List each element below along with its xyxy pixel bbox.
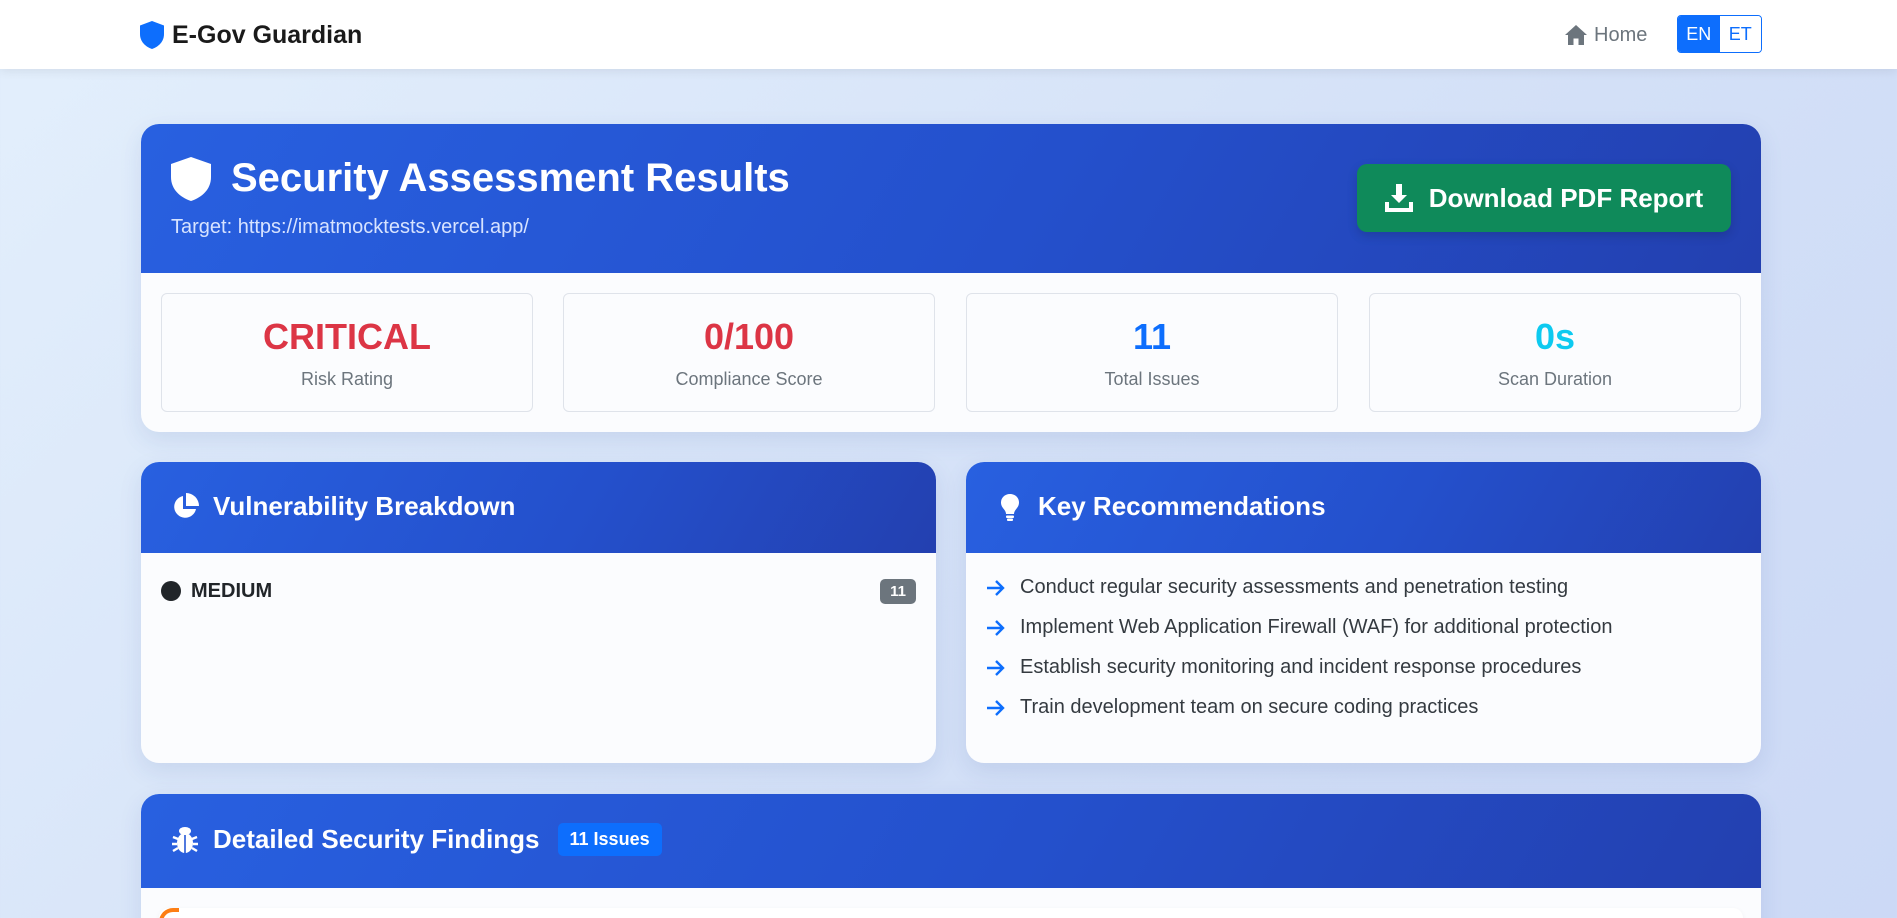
- severity-dot: [161, 581, 181, 601]
- recommendations-header: Key Recommendations: [966, 462, 1761, 553]
- top-navbar: E-Gov Guardian Home EN ET: [0, 0, 1897, 69]
- findings-header: Detailed Security Findings 11 Issues: [141, 794, 1761, 888]
- nav-home-link[interactable]: Home: [1564, 22, 1647, 48]
- recommendations-title: Key Recommendations: [996, 491, 1326, 522]
- arrow-right-icon: [987, 699, 1005, 716]
- finding-item[interactable]: [159, 908, 1743, 918]
- language-switcher: EN ET: [1677, 15, 1762, 53]
- lightbulb-icon: [1001, 493, 1019, 521]
- shield-icon: [171, 156, 211, 201]
- recommendation-item: Train development team on secure coding …: [986, 696, 1478, 719]
- vulnerability-breakdown-card: Vulnerability Breakdown MEDIUM 11: [141, 462, 936, 763]
- shield-icon: [140, 21, 164, 49]
- lang-button-et[interactable]: ET: [1719, 16, 1761, 52]
- stat-scan-duration: 0s Scan Duration: [1369, 293, 1741, 412]
- recommendation-text: Train development team on secure coding …: [1020, 696, 1479, 718]
- breakdown-header: Vulnerability Breakdown: [141, 462, 936, 553]
- bug-icon: [172, 826, 198, 853]
- results-title: Security Assessment Results: [171, 156, 790, 201]
- issues-count-badge: 11 Issues: [557, 823, 662, 856]
- stat-total-issues: 11 Total Issues: [966, 293, 1338, 412]
- stat-label: Risk Rating: [300, 369, 394, 389]
- arrow-right-icon: [987, 579, 1005, 596]
- findings-title-text: Detailed Security Findings: [213, 824, 540, 854]
- lang-button-en[interactable]: EN: [1678, 16, 1720, 52]
- stat-value: CRITICAL: [263, 316, 431, 357]
- brand-link[interactable]: E-Gov Guardian: [140, 20, 362, 50]
- assessment-results-card: Security Assessment Results Target: http…: [141, 124, 1761, 432]
- severity-count-badge: 11: [880, 578, 916, 604]
- stat-value: 0/100: [703, 316, 795, 357]
- stat-compliance-score: 0/100 Compliance Score: [563, 293, 935, 412]
- findings-title: Detailed Security Findings 11 Issues: [171, 823, 662, 856]
- recommendation-text: Implement Web Application Firewall (WAF)…: [1020, 616, 1613, 638]
- scan-target: Target: https://imatmocktests.vercel.app…: [171, 216, 529, 238]
- key-recommendations-card: Key Recommendations Conduct regular secu…: [966, 462, 1761, 763]
- home-icon: [1565, 25, 1587, 45]
- stat-value: 0s: [1534, 316, 1576, 357]
- arrow-right-icon: [987, 659, 1005, 676]
- severity-label: MEDIUM: [191, 579, 273, 602]
- stat-risk-rating: CRITICAL Risk Rating: [161, 293, 533, 412]
- pie-chart-icon: [174, 492, 199, 518]
- recommendation-text: Establish security monitoring and incide…: [1020, 656, 1582, 678]
- download-icon: [1384, 184, 1413, 212]
- stat-label: Compliance Score: [675, 369, 823, 389]
- severity-accent: [159, 908, 179, 918]
- recommendation-item: Conduct regular security assessments and…: [986, 576, 1568, 599]
- recommendation-item: Implement Web Application Firewall (WAF)…: [986, 616, 1612, 639]
- brand-name: E-Gov Guardian: [172, 20, 363, 49]
- recommendation-text: Conduct regular security assessments and…: [1020, 576, 1569, 598]
- recommendations-title-text: Key Recommendations: [1038, 491, 1326, 521]
- nav-home-label: Home: [1594, 23, 1648, 46]
- stat-label: Total Issues: [1104, 369, 1200, 389]
- stat-value: 11: [1132, 316, 1172, 357]
- recommendation-item: Establish security monitoring and incide…: [986, 656, 1581, 679]
- arrow-right-icon: [987, 619, 1005, 636]
- detailed-findings-card: Detailed Security Findings 11 Issues: [141, 794, 1761, 918]
- download-pdf-label: Download PDF Report: [1428, 182, 1704, 213]
- results-title-text: Security Assessment Results: [231, 156, 790, 200]
- stat-label: Scan Duration: [1497, 369, 1613, 389]
- breakdown-title-text: Vulnerability Breakdown: [213, 491, 516, 521]
- results-header: Security Assessment Results Target: http…: [141, 124, 1761, 273]
- breakdown-title: Vulnerability Breakdown: [171, 491, 515, 522]
- download-pdf-button[interactable]: Download PDF Report: [1357, 164, 1731, 232]
- severity-row-medium: MEDIUM 11: [161, 576, 916, 606]
